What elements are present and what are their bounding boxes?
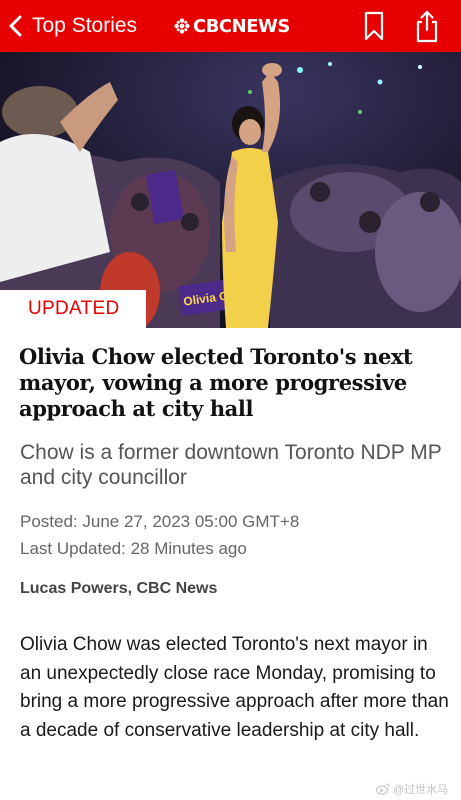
share-icon[interactable] bbox=[413, 9, 441, 43]
posted-timestamp: Posted: June 27, 2023 05:00 GMT+8 bbox=[20, 512, 300, 531]
article-byline: Lucas Powers, CBC News bbox=[20, 580, 218, 597]
crowd-photo: Olivia Chow bbox=[0, 52, 461, 328]
back-button[interactable]: Top Stories bbox=[8, 10, 137, 42]
updated-badge: UPDATED bbox=[0, 290, 146, 328]
back-label: Top Stories bbox=[32, 14, 138, 37]
watermark-text: @过世水马 bbox=[393, 784, 449, 796]
article-body-paragraph: Olivia Chow was elected Toronto's next m… bbox=[20, 634, 449, 741]
hero-photo[interactable]: Olivia Chow i bbox=[0, 52, 461, 328]
watermark: @过世水马 bbox=[376, 781, 448, 797]
brand-text: CBCNEWS bbox=[193, 15, 290, 37]
last-updated-timestamp: Last Updated: 28 Minutes ago bbox=[20, 539, 247, 558]
weibo-logo-icon bbox=[376, 783, 390, 795]
bookmark-icon[interactable] bbox=[362, 10, 386, 42]
article-headline: Olivia Chow elected Toronto's next mayor… bbox=[19, 344, 413, 421]
updated-badge-label: UPDATED bbox=[28, 298, 120, 319]
cbc-news-logo: CBCNEWS bbox=[174, 13, 290, 39]
back-chevron-icon bbox=[9, 15, 22, 37]
cbc-gem-logo-icon bbox=[174, 18, 190, 34]
top-nav-bar: Top Stories CBCNEWS bbox=[0, 0, 461, 52]
article-subhead: Chow is a former downtown Toronto NDP MP… bbox=[20, 441, 442, 489]
